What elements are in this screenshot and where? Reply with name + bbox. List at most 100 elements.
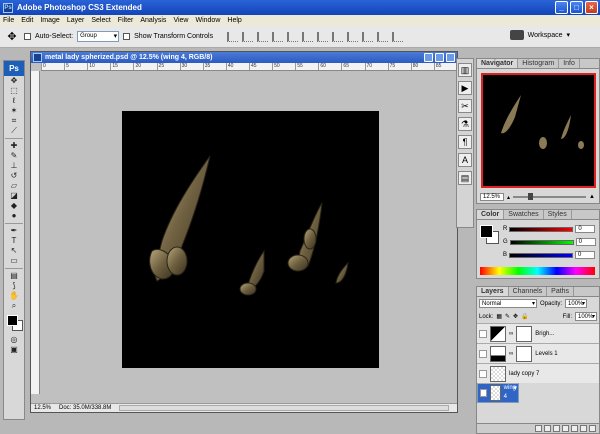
- clone-source-icon[interactable]: ⚗: [458, 117, 472, 131]
- tab-swatches[interactable]: Swatches: [504, 210, 544, 219]
- b-slider[interactable]: [509, 252, 574, 258]
- tab-navigator[interactable]: Navigator: [477, 59, 519, 68]
- blend-mode-dropdown[interactable]: Normal: [479, 299, 537, 308]
- zoom-in-icon[interactable]: ▲: [589, 194, 595, 200]
- history-brush-icon[interactable]: ↺: [4, 171, 24, 181]
- opacity-input[interactable]: 100%: [565, 299, 588, 308]
- color-spectrum[interactable]: [480, 267, 595, 275]
- layer-name[interactable]: lady copy 7: [509, 371, 539, 377]
- zoom-readout[interactable]: 12.5%: [34, 405, 51, 411]
- layer-row-selected[interactable]: ◉ wing 4: [477, 383, 519, 403]
- move-tool-icon[interactable]: ✥: [4, 76, 24, 86]
- tab-layers[interactable]: Layers: [477, 287, 509, 296]
- dodge-tool-icon[interactable]: ●: [4, 211, 24, 221]
- navigator-preview[interactable]: [481, 73, 596, 188]
- r-value[interactable]: 0: [575, 225, 596, 233]
- align-icon[interactable]: [362, 31, 374, 42]
- layer-row[interactable]: ∞ Levels 1: [477, 343, 599, 363]
- maximize-button[interactable]: □: [570, 1, 583, 14]
- align-icon[interactable]: [392, 31, 404, 42]
- hand-tool-icon[interactable]: ✋: [4, 291, 24, 301]
- tool-presets-icon[interactable]: ▥: [458, 63, 472, 77]
- lock-all-icon[interactable]: 🔒: [521, 313, 528, 320]
- clone-stamp-icon[interactable]: ⊥: [4, 161, 24, 171]
- menu-help[interactable]: Help: [227, 17, 241, 24]
- lock-pixels-icon[interactable]: ✎: [505, 313, 510, 320]
- align-icon[interactable]: [287, 31, 299, 42]
- eye-icon[interactable]: ◉: [480, 389, 488, 397]
- character-icon[interactable]: A: [458, 153, 472, 167]
- layer-name[interactable]: wing 4: [504, 384, 516, 402]
- magic-wand-icon[interactable]: ✶: [4, 106, 24, 116]
- lasso-tool-icon[interactable]: ℓ: [4, 96, 24, 106]
- align-icon[interactable]: [272, 31, 284, 42]
- layer-mask-thumbnail[interactable]: [516, 345, 533, 362]
- visibility-toggle[interactable]: [479, 329, 487, 338]
- g-value[interactable]: 0: [575, 238, 596, 246]
- fill-input[interactable]: 100%: [575, 312, 597, 321]
- menu-analysis[interactable]: Analysis: [140, 17, 166, 24]
- layer-name[interactable]: Levels 1: [535, 351, 557, 357]
- g-slider[interactable]: [509, 239, 574, 245]
- menu-image[interactable]: Image: [40, 17, 59, 24]
- paint-bucket-icon[interactable]: ◪: [4, 191, 24, 201]
- r-slider[interactable]: [509, 226, 574, 232]
- align-icon[interactable]: [377, 31, 389, 42]
- layer-mask-thumbnail[interactable]: [516, 325, 533, 342]
- slice-tool-icon[interactable]: ⟋: [4, 126, 24, 136]
- align-icon[interactable]: [332, 31, 344, 42]
- minimize-button[interactable]: _: [555, 1, 568, 14]
- doc-minimize-button[interactable]: [424, 53, 433, 62]
- doc-close-button[interactable]: [446, 53, 455, 62]
- foreground-swatch[interactable]: [480, 225, 493, 238]
- type-tool-icon[interactable]: T: [4, 236, 24, 246]
- layer-comps-icon[interactable]: ▤: [458, 171, 472, 185]
- close-button[interactable]: ×: [585, 1, 598, 14]
- crop-tool-icon[interactable]: ⌗: [4, 116, 24, 126]
- notes-tool-icon[interactable]: ▤: [4, 271, 24, 281]
- visibility-toggle[interactable]: [479, 349, 487, 358]
- new-layer-icon[interactable]: [580, 425, 587, 432]
- image-canvas[interactable]: [122, 111, 379, 368]
- canvas-area[interactable]: [41, 71, 447, 394]
- quick-mask-icon[interactable]: ◎: [4, 335, 24, 345]
- eyedropper-icon[interactable]: ⟆: [4, 281, 24, 291]
- zoom-slider[interactable]: [513, 193, 587, 200]
- color-swatches[interactable]: [4, 313, 24, 335]
- path-selection-icon[interactable]: ↖: [4, 246, 24, 256]
- move-tool-icon[interactable]: ✥: [4, 30, 20, 44]
- show-transform-checkbox[interactable]: [123, 33, 131, 40]
- healing-brush-icon[interactable]: ✚: [4, 141, 24, 151]
- tab-styles[interactable]: Styles: [544, 210, 572, 219]
- align-icon[interactable]: [302, 31, 314, 42]
- lock-transparency-icon[interactable]: ▦: [496, 313, 502, 320]
- actions-icon[interactable]: ▶: [458, 81, 472, 95]
- pen-tool-icon[interactable]: ✒: [4, 226, 24, 236]
- trash-icon[interactable]: [589, 425, 596, 432]
- align-icon[interactable]: [317, 31, 329, 42]
- auto-select-dropdown[interactable]: Group: [77, 31, 120, 42]
- menu-filter[interactable]: Filter: [118, 17, 134, 24]
- menu-layer[interactable]: Layer: [67, 17, 85, 24]
- paragraph-icon[interactable]: ¶: [458, 135, 472, 149]
- menu-view[interactable]: View: [173, 17, 188, 24]
- tab-color[interactable]: Color: [477, 210, 505, 219]
- menu-window[interactable]: Window: [195, 17, 220, 24]
- tab-paths[interactable]: Paths: [547, 287, 575, 296]
- horizontal-scrollbar[interactable]: [119, 405, 449, 411]
- menu-file[interactable]: File: [3, 17, 14, 24]
- eraser-tool-icon[interactable]: ▱: [4, 181, 24, 191]
- screen-mode-icon[interactable]: ▣: [4, 345, 24, 355]
- layer-name[interactable]: Brigh...: [535, 331, 554, 337]
- navigator-zoom-value[interactable]: 12.5%: [480, 193, 504, 201]
- foreground-color[interactable]: [7, 315, 18, 326]
- align-icon[interactable]: [242, 31, 254, 42]
- marquee-tool-icon[interactable]: ⬚: [4, 86, 24, 96]
- layer-row[interactable]: lady copy 7: [477, 363, 599, 383]
- align-icon[interactable]: [227, 31, 239, 42]
- menu-edit[interactable]: Edit: [21, 17, 33, 24]
- brushes-icon[interactable]: ✂: [458, 99, 472, 113]
- align-icon[interactable]: [347, 31, 359, 42]
- tab-histogram[interactable]: Histogram: [518, 59, 560, 68]
- zoom-tool-icon[interactable]: ⌕: [4, 301, 24, 311]
